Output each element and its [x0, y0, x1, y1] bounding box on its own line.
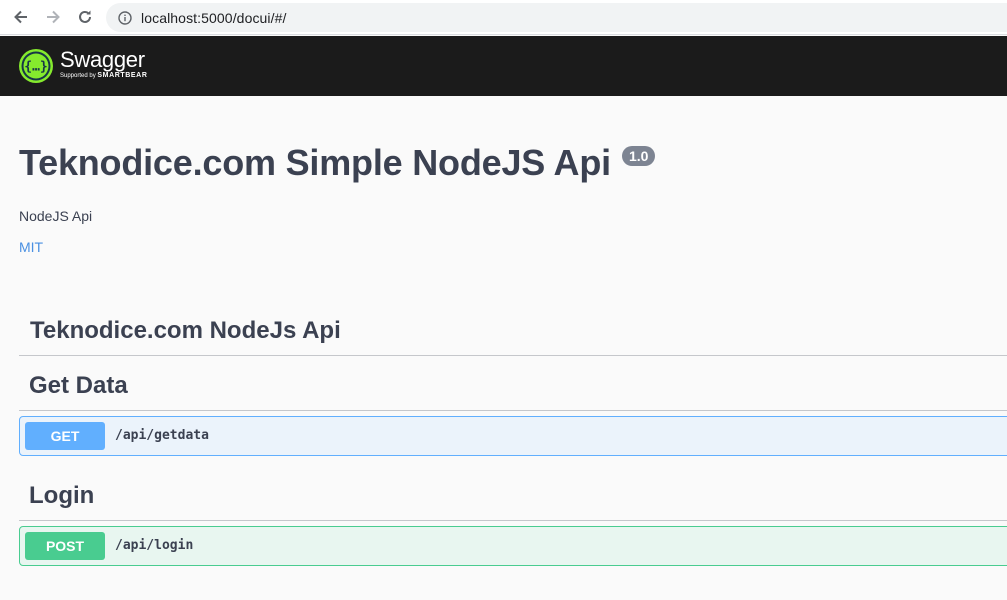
operation-post-login[interactable]: POST /api/login: [19, 526, 1007, 566]
swagger-topbar: {…} Swagger Supported by SMARTBEAR: [0, 36, 1007, 96]
address-url: localhost:5000/docui/#/: [141, 9, 287, 26]
back-button[interactable]: [9, 6, 33, 28]
browser-toolbar: localhost:5000/docui/#/: [0, 0, 1007, 35]
api-description: NodeJS Api: [19, 208, 93, 224]
license-link[interactable]: MIT: [19, 239, 43, 255]
tag-title: Teknodice.com NodeJs Api: [30, 317, 341, 344]
swagger-logo[interactable]: {…} Swagger Supported by SMARTBEAR: [19, 45, 148, 87]
version-badge: 1.0: [622, 146, 656, 166]
arrow-left-icon: [14, 10, 27, 24]
tag-title: Get Data: [29, 372, 128, 399]
reload-button[interactable]: [73, 6, 97, 28]
page-title: Teknodice.com Simple NodeJS Api: [19, 142, 611, 183]
forward-button[interactable]: [41, 6, 65, 28]
method-badge-get: GET: [25, 422, 105, 450]
swagger-logo-icon: {…}: [19, 49, 53, 83]
operation-get-getdata[interactable]: GET /api/getdata: [19, 416, 1007, 456]
logo-title: Swagger: [60, 47, 145, 72]
tag-title: Login: [29, 482, 95, 509]
logo-subtitle: Supported by SMARTBEAR: [60, 72, 148, 79]
operation-path: /api/getdata: [115, 428, 209, 443]
svg-text:{…}: {…}: [24, 60, 47, 75]
tag-header-login[interactable]: Login: [19, 477, 1007, 521]
reload-icon: [79, 10, 91, 23]
tag-header-get-data[interactable]: Get Data: [19, 367, 1007, 411]
operation-path: /api/login: [115, 538, 194, 553]
method-badge-post: POST: [25, 532, 105, 560]
tag-header-teknodice[interactable]: Teknodice.com NodeJs Api: [19, 312, 1007, 356]
arrow-right-icon: [47, 10, 60, 24]
address-bar[interactable]: localhost:5000/docui/#/: [106, 3, 1007, 32]
info-icon[interactable]: [118, 10, 132, 25]
